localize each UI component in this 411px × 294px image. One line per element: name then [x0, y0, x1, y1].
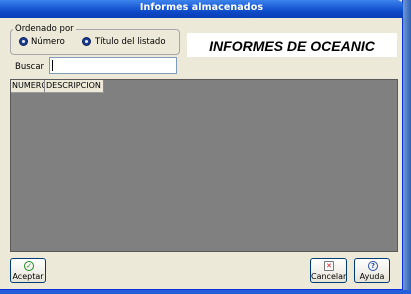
report-banner-text: INFORMES DE OCEANIC [209, 38, 375, 54]
accept-button[interactable]: ✓ Aceptar [10, 258, 46, 283]
accept-button-label: Aceptar [12, 272, 44, 281]
help-button-label: Ayuda [359, 272, 385, 281]
help-button[interactable]: ? Ayuda [354, 258, 390, 283]
search-input[interactable] [49, 57, 177, 74]
grid-column-descripcion[interactable]: DESCRIPCION [45, 80, 104, 92]
order-radio-titulo[interactable] [82, 37, 91, 46]
order-group-legend: Ordenado por [13, 24, 76, 34]
window-title: Informes almacenados [139, 2, 264, 13]
cancel-icon: ✕ [324, 261, 334, 271]
order-radio-numero-label[interactable]: Número [31, 37, 65, 47]
check-icon: ✓ [24, 261, 34, 271]
cancel-button[interactable]: ✕ Cancelar [310, 258, 347, 283]
report-banner: INFORMES DE OCEANIC [187, 33, 397, 57]
grid-header: NUMERO DESCRIPCION [11, 80, 104, 93]
reports-grid[interactable]: NUMERO DESCRIPCION [10, 79, 398, 252]
grid-column-numero[interactable]: NUMERO [11, 80, 45, 92]
title-bar[interactable]: Informes almacenados [0, 0, 403, 18]
order-radio-numero[interactable] [19, 37, 28, 46]
informes-window: Informes almacenados Ordenado por Número… [0, 0, 403, 290]
help-icon: ? [368, 261, 378, 271]
text-caret [52, 60, 53, 71]
taskbar-strip [0, 290, 411, 294]
cancel-button-label: Cancelar [311, 272, 347, 281]
order-radio-titulo-label[interactable]: Título del listado [95, 37, 166, 47]
window-frame-edge [403, 0, 411, 294]
search-label: Buscar [15, 62, 45, 72]
